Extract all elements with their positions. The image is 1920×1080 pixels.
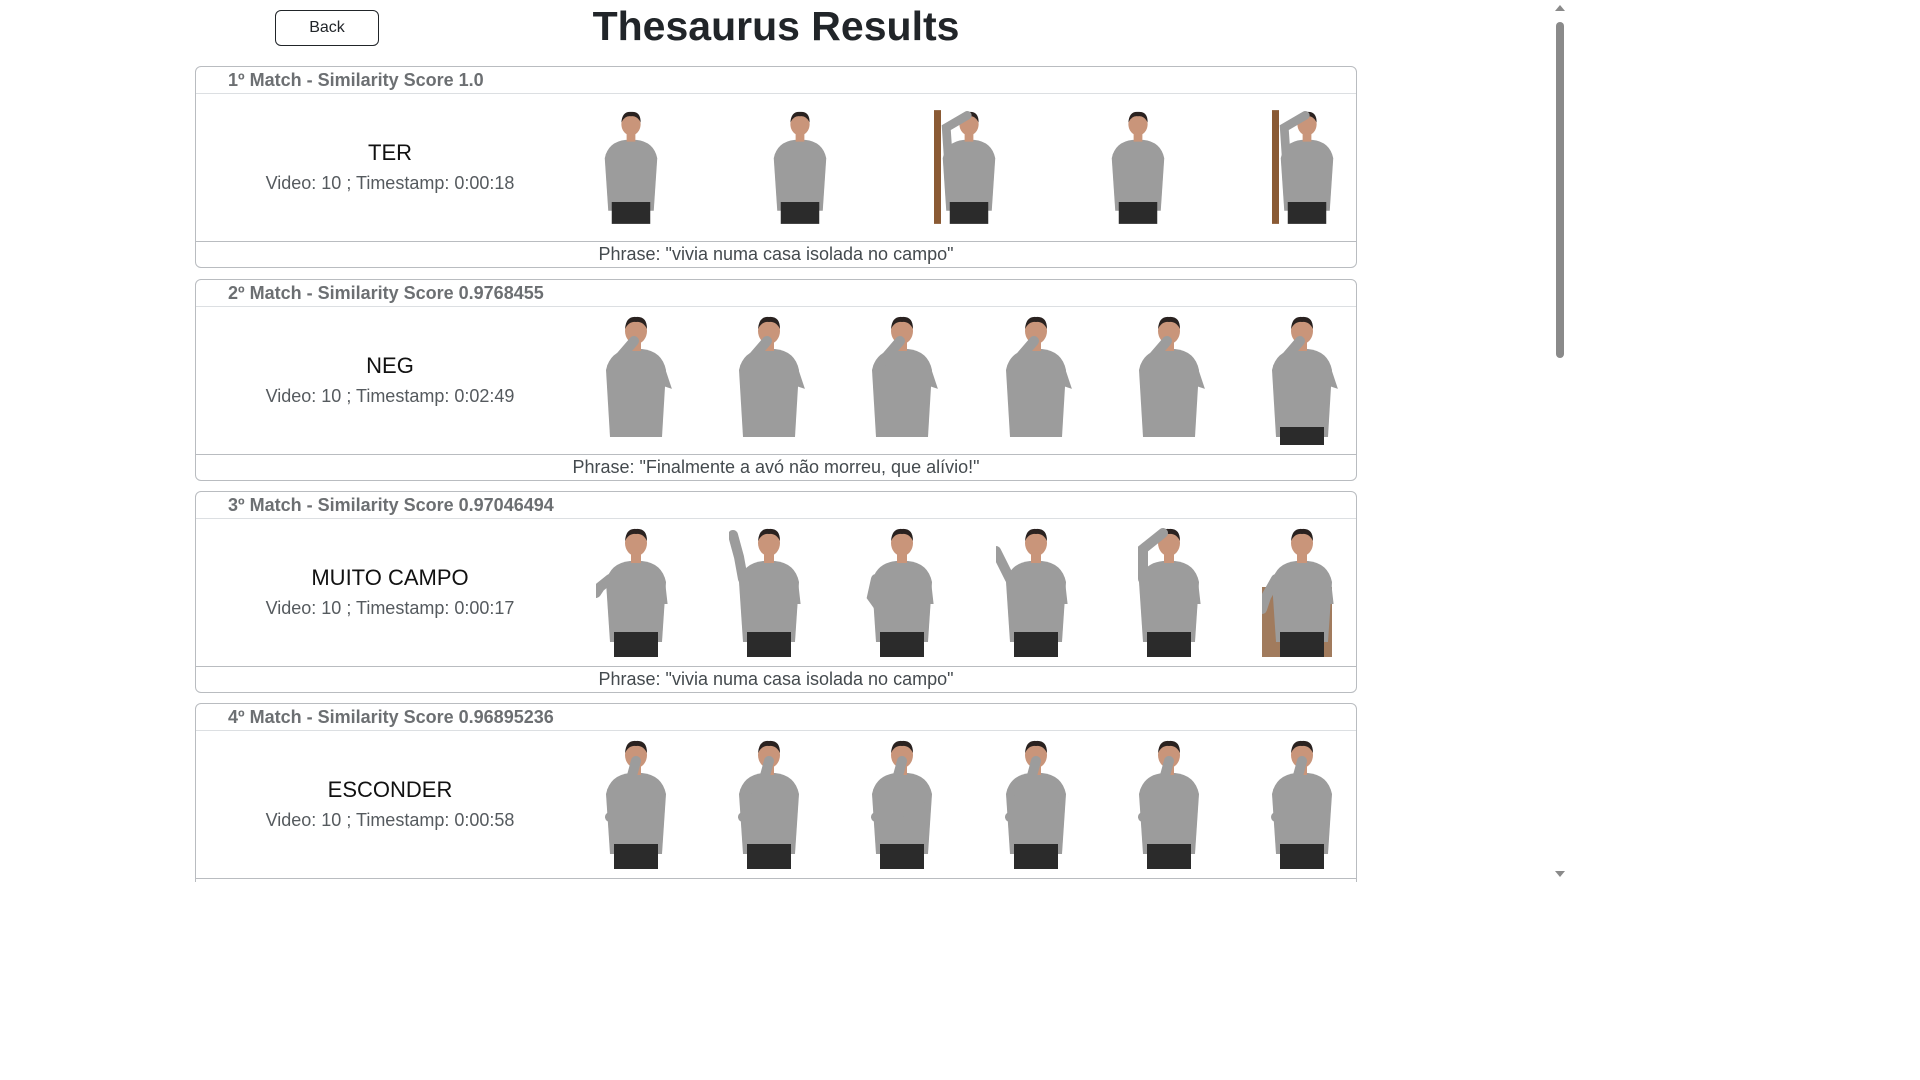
video-timestamp: Video: 10 ; Timestamp: 0:00:18	[265, 173, 515, 193]
match-body: NEG Video: 10 ; Timestamp: 0:02:49	[196, 307, 1356, 455]
phrase-text	[196, 879, 1356, 882]
signer-video-frame	[1138, 740, 1199, 869]
gloss-block: NEG Video: 10 ; Timestamp: 0:02:49	[196, 352, 584, 410]
signer-video-frame	[739, 316, 805, 437]
video-timestamp: Video: 10 ; Timestamp: 0:00:17	[265, 598, 515, 618]
gloss-label: ESCONDER	[327, 777, 453, 802]
signer-video-frame	[1138, 528, 1201, 657]
match-heading: 2º Match - Similarity Score 0.9768455	[196, 280, 1356, 307]
match-body: TER Video: 10 ; Timestamp: 0:00:18	[196, 94, 1356, 242]
signer-video-frame	[1139, 316, 1205, 437]
scrollbar-thumb[interactable]	[1556, 22, 1564, 358]
signer-video-frame	[1111, 111, 1165, 224]
match-body: MUITO CAMPO Video: 10 ; Timestamp: 0:00:…	[196, 519, 1356, 667]
gloss-label: TER	[368, 140, 412, 165]
match-heading: 3º Match - Similarity Score 0.97046494	[196, 492, 1356, 519]
frame-strip	[596, 739, 1342, 869]
signer-video-frame	[996, 528, 1068, 657]
signer-video-frame	[1271, 740, 1332, 869]
gloss-label: NEG	[366, 353, 414, 378]
match-heading: 4º Match - Similarity Score 0.96895236	[196, 704, 1356, 731]
signer-video-frame	[872, 316, 938, 437]
scroll-down-arrow-icon[interactable]	[1555, 871, 1565, 877]
frame-strip	[596, 315, 1342, 445]
match-card-3: 3º Match - Similarity Score 0.97046494 M…	[195, 491, 1357, 693]
phrase-text: Phrase: "vivia numa casa isolada no camp…	[598, 669, 954, 689]
signer-video-frame	[1006, 316, 1072, 437]
match-card-4: 4º Match - Similarity Score 0.96895236 E…	[195, 703, 1357, 882]
page-title: Thesaurus Results	[592, 3, 960, 49]
signer-video-frame	[729, 528, 801, 657]
match-card-2: 2º Match - Similarity Score 0.9768455 NE…	[195, 279, 1357, 481]
match-heading: 1º Match - Similarity Score 1.0	[196, 67, 1356, 94]
signer-video-frame	[1005, 740, 1066, 869]
thesaurus-results-page: Back Thesaurus Results 1º Match - Simila…	[0, 0, 1568, 882]
signer-video-frame	[934, 110, 996, 224]
signer-video-frame	[773, 111, 827, 224]
match-body: ESCONDER Video: 10 ; Timestamp: 0:00:58	[196, 731, 1356, 879]
signer-video-frame	[1272, 110, 1334, 224]
frame-strip	[596, 102, 1342, 232]
video-timestamp: Video: 10 ; Timestamp: 0:02:49	[265, 386, 515, 406]
gloss-block: ESCONDER Video: 10 ; Timestamp: 0:00:58	[196, 776, 584, 834]
signer-video-frame	[604, 111, 658, 224]
match-card-1: 1º Match - Similarity Score 1.0 TER Vide…	[195, 66, 1357, 268]
signer-video-frame	[1262, 528, 1334, 657]
phrase-text: Phrase: "vivia numa casa isolada no camp…	[598, 244, 954, 264]
signer-video-frame	[738, 740, 799, 869]
video-timestamp: Video: 10 ; Timestamp: 0:00:58	[265, 810, 515, 830]
scroll-up-arrow-icon[interactable]	[1555, 5, 1565, 11]
signer-video-frame	[606, 316, 672, 437]
signer-video-frame	[866, 528, 934, 657]
gloss-block: TER Video: 10 ; Timestamp: 0:00:18	[196, 139, 584, 197]
gloss-block: MUITO CAMPO Video: 10 ; Timestamp: 0:00:…	[196, 564, 584, 622]
frame-strip	[596, 527, 1342, 657]
phrase-text: Phrase: "Finalmente a avó não morreu, qu…	[572, 457, 980, 477]
signer-video-frame	[1272, 316, 1338, 445]
page-scrollbar[interactable]	[1552, 0, 1568, 882]
signer-video-frame	[605, 740, 666, 869]
signer-video-frame	[596, 528, 668, 657]
gloss-label: MUITO CAMPO	[311, 565, 469, 590]
signer-video-frame	[871, 740, 932, 869]
